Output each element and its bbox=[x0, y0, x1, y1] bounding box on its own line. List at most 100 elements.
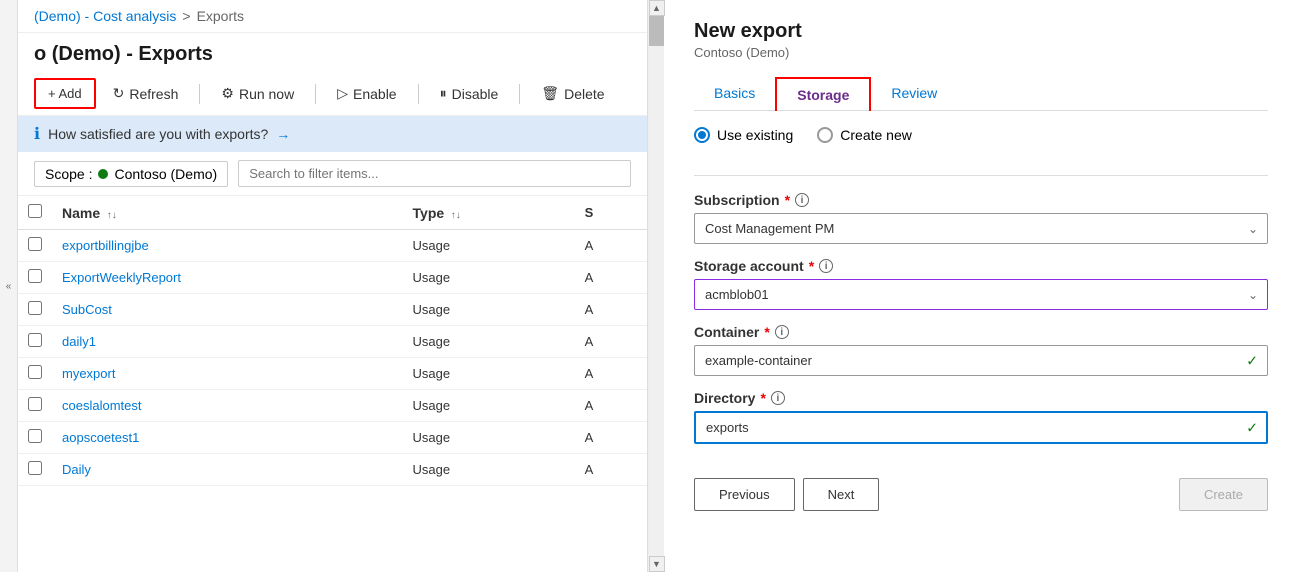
scroll-down-button[interactable]: ▼ bbox=[649, 556, 665, 572]
refresh-button[interactable]: ↻ Refresh bbox=[100, 78, 192, 109]
select-all-checkbox[interactable] bbox=[28, 204, 42, 218]
row-name[interactable]: daily1 bbox=[52, 326, 403, 358]
row-name[interactable]: coeslalomtest bbox=[52, 390, 403, 422]
breadcrumb-separator: > bbox=[182, 8, 190, 24]
add-button[interactable]: + Add bbox=[34, 78, 96, 109]
row-checkbox[interactable] bbox=[28, 237, 42, 251]
disable-label: Disable bbox=[452, 86, 499, 102]
page-title: o (Demo) - Exports bbox=[18, 33, 647, 72]
run-now-button[interactable]: ⚙ Run now bbox=[208, 78, 307, 109]
scroll-bar[interactable]: ▲ ▼ bbox=[648, 0, 664, 572]
toolbar-divider-3 bbox=[418, 84, 419, 104]
select-all-header[interactable] bbox=[18, 196, 52, 230]
row-checkbox[interactable] bbox=[28, 301, 42, 315]
tab-basics[interactable]: Basics bbox=[694, 76, 775, 110]
subscription-select[interactable]: Cost Management PM bbox=[694, 213, 1268, 244]
scroll-thumb[interactable] bbox=[649, 16, 664, 46]
disable-button[interactable]: ⏸ Disable bbox=[427, 78, 512, 109]
create-button[interactable]: Create bbox=[1179, 478, 1268, 511]
container-label: Container * i bbox=[694, 324, 1268, 340]
storage-account-info-icon[interactable]: i bbox=[819, 259, 833, 273]
use-existing-option[interactable]: Use existing bbox=[694, 127, 793, 143]
info-banner-link[interactable]: → bbox=[276, 126, 290, 142]
scroll-track[interactable] bbox=[649, 16, 664, 556]
row-status: A bbox=[575, 230, 647, 262]
table-row: coeslalomtest Usage A bbox=[18, 390, 647, 422]
row-name[interactable]: myexport bbox=[52, 358, 403, 390]
subscription-required-marker: * bbox=[785, 192, 790, 208]
row-checkbox-cell[interactable] bbox=[18, 422, 52, 454]
breadcrumb-current: Exports bbox=[197, 8, 244, 24]
scroll-up-button[interactable]: ▲ bbox=[649, 0, 665, 16]
toolbar-divider-2 bbox=[315, 84, 316, 104]
directory-info-icon[interactable]: i bbox=[771, 391, 785, 405]
container-info-icon[interactable]: i bbox=[775, 325, 789, 339]
row-type: Usage bbox=[403, 230, 575, 262]
type-column-header[interactable]: Type ↑↓ bbox=[403, 196, 575, 230]
row-name[interactable]: SubCost bbox=[52, 294, 403, 326]
table-body: exportbillingjbe Usage A ExportWeeklyRep… bbox=[18, 230, 647, 486]
scope-selector[interactable]: Scope : Contoso (Demo) bbox=[34, 161, 228, 187]
row-checkbox-cell[interactable] bbox=[18, 262, 52, 294]
previous-button[interactable]: Previous bbox=[694, 478, 795, 511]
row-checkbox-cell[interactable] bbox=[18, 358, 52, 390]
create-new-radio[interactable] bbox=[817, 127, 833, 143]
subscription-label: Subscription * i bbox=[694, 192, 1268, 208]
delete-button[interactable]: 🗑 Delete bbox=[528, 78, 617, 109]
next-button[interactable]: Next bbox=[803, 478, 880, 511]
sidebar-collapse-button[interactable]: « bbox=[0, 0, 18, 572]
storage-account-select[interactable]: acmblob01 bbox=[694, 279, 1268, 310]
storage-account-select-wrapper: acmblob01 ⌄ bbox=[694, 279, 1268, 310]
row-type: Usage bbox=[403, 422, 575, 454]
table-row: SubCost Usage A bbox=[18, 294, 647, 326]
row-checkbox[interactable] bbox=[28, 269, 42, 283]
row-type: Usage bbox=[403, 454, 575, 486]
delete-label: Delete bbox=[564, 86, 604, 102]
scope-label: Scope : bbox=[45, 166, 92, 182]
enable-button[interactable]: ▷ Enable bbox=[324, 78, 409, 109]
row-status: A bbox=[575, 358, 647, 390]
container-required-marker: * bbox=[764, 324, 769, 340]
row-name[interactable]: aopscoetest1 bbox=[52, 422, 403, 454]
container-check-icon: ✓ bbox=[1246, 352, 1258, 369]
subscription-select-wrapper: Cost Management PM ⌄ bbox=[694, 213, 1268, 244]
table-row: ExportWeeklyReport Usage A bbox=[18, 262, 647, 294]
tab-review[interactable]: Review bbox=[871, 76, 957, 110]
row-checkbox-cell[interactable] bbox=[18, 454, 52, 486]
name-column-header[interactable]: Name ↑↓ bbox=[52, 196, 403, 230]
create-new-option[interactable]: Create new bbox=[817, 127, 912, 143]
use-existing-radio[interactable] bbox=[694, 127, 710, 143]
subscription-info-icon[interactable]: i bbox=[795, 193, 809, 207]
breadcrumb-link-cost-analysis[interactable]: (Demo) - Cost analysis bbox=[34, 8, 176, 24]
directory-check-icon: ✓ bbox=[1246, 419, 1258, 436]
chevron-left-icon: « bbox=[6, 281, 12, 292]
row-checkbox-cell[interactable] bbox=[18, 326, 52, 358]
row-checkbox-cell[interactable] bbox=[18, 390, 52, 422]
enable-label: Enable bbox=[353, 86, 397, 102]
row-checkbox[interactable] bbox=[28, 461, 42, 475]
row-type: Usage bbox=[403, 294, 575, 326]
directory-input[interactable] bbox=[694, 411, 1268, 444]
row-checkbox[interactable] bbox=[28, 397, 42, 411]
storage-options: Use existing Create new bbox=[694, 127, 1268, 143]
breadcrumb: (Demo) - Cost analysis > Exports bbox=[18, 0, 647, 33]
row-checkbox[interactable] bbox=[28, 429, 42, 443]
form-divider bbox=[694, 175, 1268, 176]
row-checkbox-cell[interactable] bbox=[18, 294, 52, 326]
row-name[interactable]: exportbillingjbe bbox=[52, 230, 403, 262]
row-name[interactable]: ExportWeeklyReport bbox=[52, 262, 403, 294]
use-existing-label: Use existing bbox=[717, 127, 793, 143]
scope-name: Contoso (Demo) bbox=[114, 166, 217, 182]
row-checkbox-cell[interactable] bbox=[18, 230, 52, 262]
right-panel: New export Contoso (Demo) Basics Storage… bbox=[664, 0, 1298, 572]
panel-title: New export bbox=[694, 20, 1268, 43]
tab-storage[interactable]: Storage bbox=[775, 77, 871, 111]
container-input[interactable] bbox=[694, 345, 1268, 376]
row-name[interactable]: Daily bbox=[52, 454, 403, 486]
search-input[interactable] bbox=[238, 160, 631, 187]
row-checkbox[interactable] bbox=[28, 365, 42, 379]
row-checkbox[interactable] bbox=[28, 333, 42, 347]
row-type: Usage bbox=[403, 390, 575, 422]
table-row: Daily Usage A bbox=[18, 454, 647, 486]
row-type: Usage bbox=[403, 326, 575, 358]
